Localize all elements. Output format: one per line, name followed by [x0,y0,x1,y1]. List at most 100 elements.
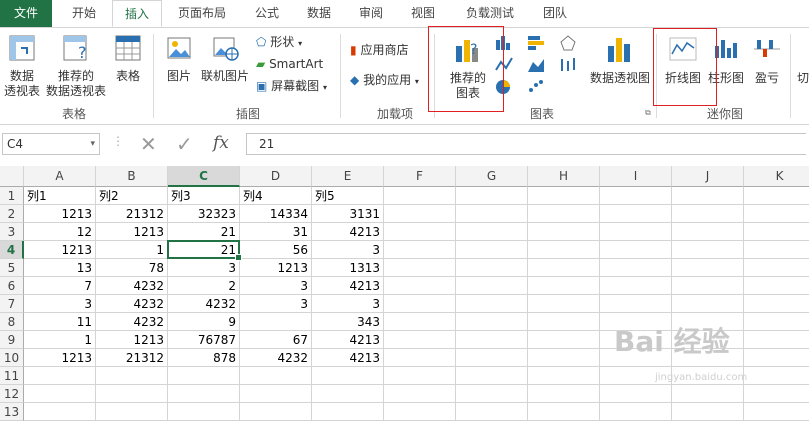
cell-k6[interactable] [744,277,809,295]
pivot-chart-button[interactable]: 数据透视图 [586,34,654,86]
cell-i12[interactable] [600,385,672,403]
cell-a12[interactable] [24,385,96,403]
cell-g2[interactable] [456,205,528,223]
cell-d1[interactable]: 列4 [240,187,312,205]
tab-file[interactable]: 文件 [0,0,52,27]
cell-b12[interactable] [96,385,168,403]
cell-b8[interactable]: 4232 [96,313,168,331]
cell-g1[interactable] [456,187,528,205]
tab-load-test[interactable]: 负载测试 [452,0,528,27]
smartart-button[interactable]: ▰ SmartArt [256,54,323,74]
cell-e11[interactable] [312,367,384,385]
cell-g9[interactable] [456,331,528,349]
cell-k8[interactable] [744,313,809,331]
cell-c5[interactable]: 3 [168,259,240,277]
row-header-1[interactable]: 1 [0,187,24,205]
cell-c6[interactable]: 2 [168,277,240,295]
cell-g7[interactable] [456,295,528,313]
cell-e1[interactable]: 列5 [312,187,384,205]
cell-j5[interactable] [672,259,744,277]
cell-f3[interactable] [384,223,456,241]
cell-b9[interactable]: 1213 [96,331,168,349]
dialog-launcher-icon[interactable]: ⧉ [645,108,651,118]
column-header-b[interactable]: B [96,166,168,187]
cell-d11[interactable] [240,367,312,385]
cell-c1[interactable]: 列3 [168,187,240,205]
row-header-11[interactable]: 11 [0,367,24,385]
row-header-7[interactable]: 7 [0,295,24,313]
row-header-9[interactable]: 9 [0,331,24,349]
cell-d8[interactable] [240,313,312,331]
cell-a8[interactable]: 11 [24,313,96,331]
name-box[interactable]: C4 ▾ [2,133,100,155]
cell-h10[interactable] [528,349,600,367]
cell-b1[interactable]: 列2 [96,187,168,205]
cell-a2[interactable]: 1213 [24,205,96,223]
my-apps-button[interactable]: ◆ 我的应用 ▾ [350,70,419,90]
column-header-j[interactable]: J [672,166,744,187]
cell-d5[interactable]: 1213 [240,259,312,277]
cell-g5[interactable] [456,259,528,277]
cell-d4[interactable]: 56 [240,241,312,259]
cell-h13[interactable] [528,403,600,421]
cell-b4[interactable]: 1 [96,241,168,259]
tab-review[interactable]: 审阅 [348,0,394,27]
cell-g10[interactable] [456,349,528,367]
select-all-corner[interactable] [0,166,24,187]
cell-j12[interactable] [672,385,744,403]
cell-g8[interactable] [456,313,528,331]
row-header-12[interactable]: 12 [0,385,24,403]
area-chart-icon[interactable] [526,56,546,74]
winloss-sparkline-button[interactable]: 盈亏 [749,34,785,86]
pivot-table-button[interactable]: 数据 透视表 [2,34,42,99]
cell-k12[interactable] [744,385,809,403]
cell-a11[interactable] [24,367,96,385]
cell-b3[interactable]: 1213 [96,223,168,241]
cell-a7[interactable]: 3 [24,295,96,313]
column-header-h[interactable]: H [528,166,600,187]
cell-d12[interactable] [240,385,312,403]
row-header-4[interactable]: 4 [0,241,24,259]
row-header-2[interactable]: 2 [0,205,24,223]
cell-d10[interactable]: 4232 [240,349,312,367]
cell-i2[interactable] [600,205,672,223]
cell-g3[interactable] [456,223,528,241]
cell-e10[interactable]: 4213 [312,349,384,367]
cell-i7[interactable] [600,295,672,313]
tab-page-layout[interactable]: 页面布局 [166,0,238,27]
cell-h6[interactable] [528,277,600,295]
cell-h3[interactable] [528,223,600,241]
cell-f9[interactable] [384,331,456,349]
cell-a6[interactable]: 7 [24,277,96,295]
cell-d13[interactable] [240,403,312,421]
cell-f8[interactable] [384,313,456,331]
formula-input[interactable]: 21 [246,133,806,155]
column-header-a[interactable]: A [24,166,96,187]
cell-k4[interactable] [744,241,809,259]
cell-f4[interactable] [384,241,456,259]
scatter-chart-icon[interactable] [526,78,546,96]
cell-c7[interactable]: 4232 [168,295,240,313]
online-picture-button[interactable]: 联机图片 [198,34,252,84]
slicer-button-partial[interactable]: 切 [797,68,809,88]
cell-k5[interactable] [744,259,809,277]
cell-e8[interactable]: 343 [312,313,384,331]
cell-a3[interactable]: 12 [24,223,96,241]
tab-home[interactable]: 开始 [56,0,112,27]
cell-b5[interactable]: 78 [96,259,168,277]
picture-button[interactable]: 图片 [160,34,198,84]
cell-e9[interactable]: 4213 [312,331,384,349]
cell-j6[interactable] [672,277,744,295]
enter-icon[interactable]: ✓ [176,132,193,156]
cell-i13[interactable] [600,403,672,421]
cell-b6[interactable]: 4232 [96,277,168,295]
cell-f2[interactable] [384,205,456,223]
cell-f11[interactable] [384,367,456,385]
cell-e12[interactable] [312,385,384,403]
column-header-c[interactable]: C [168,166,240,187]
cell-j13[interactable] [672,403,744,421]
cell-g4[interactable] [456,241,528,259]
cell-k3[interactable] [744,223,809,241]
cell-c8[interactable]: 9 [168,313,240,331]
cell-e2[interactable]: 3131 [312,205,384,223]
